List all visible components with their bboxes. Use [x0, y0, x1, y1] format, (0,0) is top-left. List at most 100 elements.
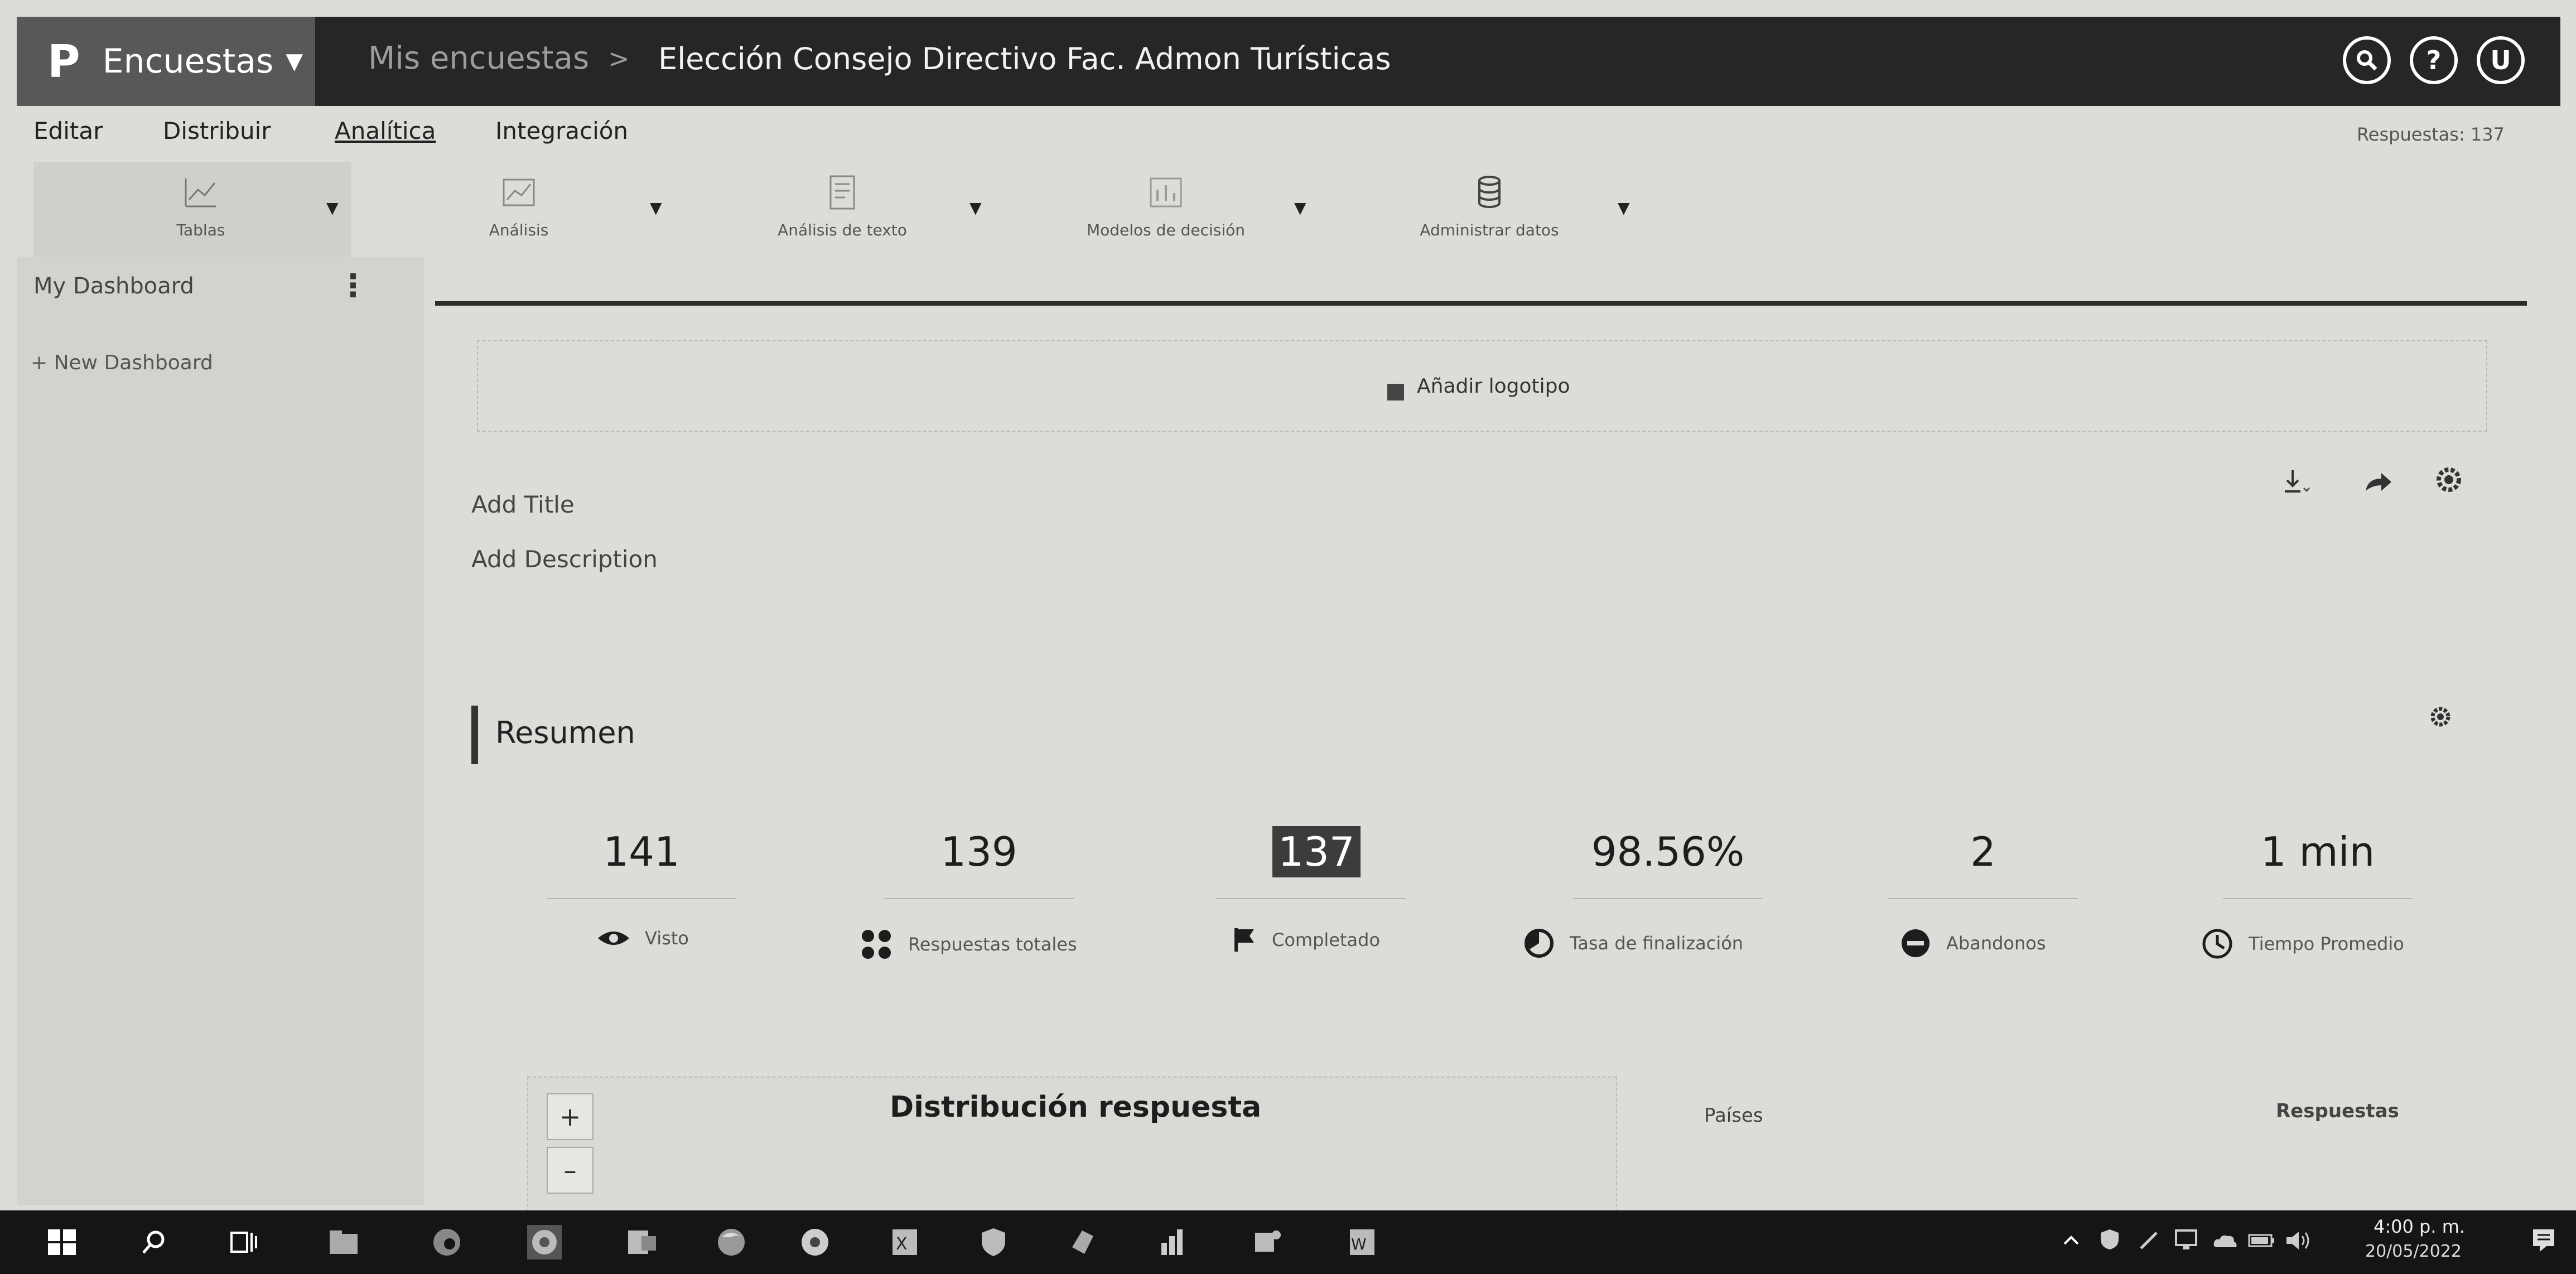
file-explorer-icon[interactable]	[326, 1225, 361, 1259]
stat-tasa-value: 98.56%	[1591, 828, 1745, 875]
top-bar: P Encuestas ▼ Mis encuestas > Elección C…	[17, 17, 2560, 106]
new-dashboard-link[interactable]: + New Dashboard	[31, 351, 213, 374]
add-logo-label[interactable]: Añadir logotipo	[1417, 375, 1570, 398]
database-icon	[1478, 176, 1501, 208]
sidebar	[17, 257, 424, 1205]
decision-model-icon	[1150, 177, 1182, 207]
notification-icon[interactable]	[2530, 1226, 2558, 1254]
menu-integracion[interactable]: Integración	[495, 117, 628, 144]
excel-icon[interactable]: X	[887, 1225, 922, 1259]
dots-grid-icon	[862, 930, 891, 959]
task-view-icon[interactable]	[226, 1225, 261, 1259]
stat-divider	[884, 898, 1074, 899]
search-icon[interactable]	[2343, 36, 2391, 84]
breadcrumb-separator: >	[608, 44, 630, 74]
display-tray-icon[interactable]	[2173, 1226, 2199, 1253]
help-icon[interactable]: ?	[2410, 36, 2458, 84]
stat-abandonos-value: 2	[1970, 828, 1996, 875]
share-icon[interactable]	[2362, 469, 2394, 495]
app-name: Encuestas	[102, 42, 274, 81]
pen-tray-icon[interactable]	[2136, 1228, 2161, 1253]
brand-logo: P	[47, 35, 80, 88]
stat-completado-value: 137	[1199, 826, 1434, 877]
chevron-down-icon[interactable]: ▼	[650, 199, 662, 217]
zoom-out-button[interactable]: –	[547, 1147, 594, 1194]
edge-icon[interactable]	[430, 1225, 464, 1259]
stat-tiempo-value: 1 min	[2260, 828, 2375, 875]
cloud-tray-icon[interactable]	[2212, 1232, 2239, 1249]
volume-icon[interactable]	[2284, 1228, 2313, 1253]
gear-icon[interactable]	[2428, 704, 2453, 730]
toolbar-tablas[interactable]: Tablas	[89, 167, 312, 257]
security-shield-icon[interactable]	[976, 1225, 1011, 1259]
battery-icon[interactable]	[2248, 1233, 2276, 1248]
minus-circle-icon	[1902, 929, 1929, 957]
stat-divider	[547, 898, 736, 899]
search-icon[interactable]	[137, 1225, 171, 1259]
svg-text:X: X	[896, 1234, 908, 1254]
chrome-icon[interactable]	[798, 1225, 832, 1259]
outlook-icon[interactable]	[625, 1225, 659, 1259]
stat-respuestas-value: 139	[940, 828, 1017, 875]
chevron-down-icon[interactable]: ▼	[1618, 199, 1630, 217]
stat-visto-value: 141	[603, 828, 680, 875]
table-header-countries[interactable]: Países	[1704, 1104, 1763, 1127]
stat-divider	[2223, 898, 2413, 899]
eye-icon	[598, 932, 629, 945]
gauge-icon	[1525, 929, 1554, 958]
analysis-icon	[503, 178, 535, 206]
chevron-down-icon[interactable]: ▼	[969, 199, 982, 217]
app-icon[interactable]	[1065, 1225, 1100, 1259]
chrome-icon[interactable]	[527, 1225, 562, 1259]
summary-title: Resumen	[495, 715, 635, 750]
firefox-icon[interactable]	[714, 1225, 749, 1259]
word-icon[interactable]: W	[1344, 1225, 1379, 1259]
download-icon[interactable]	[2281, 466, 2313, 497]
toolbar-modelos[interactable]: Modelos de decisión	[1054, 167, 1277, 257]
stat-divider	[1216, 898, 1406, 899]
dashboard-divider	[435, 301, 2527, 306]
toolbar-administrar[interactable]: Administrar datos	[1378, 167, 1601, 257]
toolbar-analisis-texto[interactable]: Análisis de texto	[731, 167, 954, 257]
gear-icon[interactable]	[2433, 464, 2464, 495]
add-description-field[interactable]: Add Description	[471, 546, 658, 573]
chart-title: Distribución respuesta	[890, 1090, 1262, 1124]
zoom-in-button[interactable]: +	[547, 1093, 594, 1140]
stat-divider	[1573, 898, 1763, 899]
shield-tray-icon[interactable]	[2097, 1227, 2122, 1252]
add-title-field[interactable]: Add Title	[471, 491, 575, 518]
user-avatar[interactable]: U	[2477, 36, 2525, 84]
stat-completado: Completado	[1233, 927, 1380, 953]
stat-visto: Visto	[597, 927, 689, 949]
taskbar-time[interactable]: 4:00 p. m.	[2374, 1216, 2465, 1237]
windows-start-icon[interactable]	[45, 1225, 79, 1259]
sidebar-item-my-dashboard[interactable]: My Dashboard	[33, 273, 194, 299]
stat-respuestas: Respuestas totales	[859, 927, 1077, 962]
clock-icon	[2202, 929, 2232, 959]
survey-title: Elección Consejo Directivo Fac. Admon Tu…	[658, 41, 1391, 76]
chevron-down-icon[interactable]: ▼	[1294, 199, 1306, 217]
table-header-responses[interactable]: Respuestas	[2276, 1100, 2399, 1122]
responses-count: Respuestas: 137	[2357, 124, 2505, 145]
menu-editar[interactable]: Editar	[33, 117, 103, 144]
stat-tasa: Tasa de finalización	[1523, 927, 1743, 959]
app-switcher[interactable]: P Encuestas ▼	[17, 17, 315, 106]
menu-distribuir[interactable]: Distribuir	[163, 117, 271, 144]
stat-tiempo: Tiempo Promedio	[2201, 927, 2404, 961]
toolbar-analisis[interactable]: Análisis	[407, 167, 630, 257]
chevron-down-icon: ▼	[286, 49, 303, 74]
breadcrumb-parent[interactable]: Mis encuestas	[368, 40, 589, 76]
stat-divider	[1888, 898, 2078, 899]
svg-text:W: W	[1351, 1235, 1367, 1253]
flag-icon	[1234, 928, 1254, 952]
teams-icon[interactable]	[1250, 1225, 1284, 1259]
section-accent-bar	[471, 706, 478, 764]
kebab-menu-icon[interactable]: ⋮	[337, 268, 369, 304]
stat-abandonos: Abandonos	[1899, 927, 2046, 959]
power-bi-icon[interactable]	[1155, 1225, 1189, 1259]
menu-analitica[interactable]: Analítica	[335, 117, 436, 144]
taskbar-date[interactable]: 20/05/2022	[2365, 1242, 2462, 1261]
text-analysis-icon	[829, 175, 855, 210]
chevron-down-icon[interactable]: ▼	[326, 199, 339, 217]
chevron-up-icon[interactable]	[2061, 1230, 2081, 1251]
